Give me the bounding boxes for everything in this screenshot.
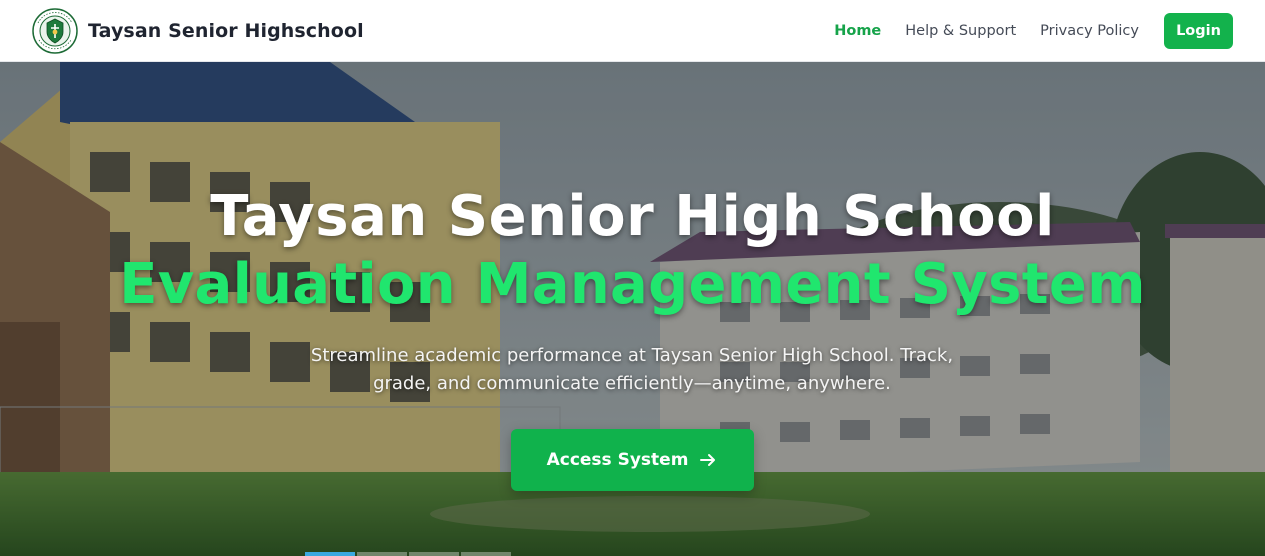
top-navbar: Taysan Senior Highschool Home Help & Sup… xyxy=(0,0,1265,62)
carousel-indicators xyxy=(305,552,511,556)
hero-title: Taysan Senior High School xyxy=(210,184,1055,249)
hero-subtitle: Streamline academic performance at Taysa… xyxy=(262,342,1002,398)
school-seal-logo xyxy=(32,7,78,54)
brand[interactable]: Taysan Senior Highschool xyxy=(32,7,364,54)
carousel-indicator-1[interactable] xyxy=(305,552,355,556)
carousel-indicator-2[interactable] xyxy=(357,552,407,556)
carousel-indicator-3[interactable] xyxy=(409,552,459,556)
access-system-label: Access System xyxy=(546,450,689,470)
hero-section: Taysan Senior High School Evaluation Man… xyxy=(0,62,1265,556)
hero-subtitle-line1: Streamline academic performance at Taysa… xyxy=(310,345,954,366)
access-system-button[interactable]: Access System xyxy=(511,429,754,491)
hero-content: Taysan Senior High School Evaluation Man… xyxy=(0,62,1265,556)
login-button[interactable]: Login xyxy=(1164,12,1233,49)
nav-link-home[interactable]: Home xyxy=(834,23,881,39)
nav-link-help-support[interactable]: Help & Support xyxy=(905,23,1016,39)
arrow-right-icon xyxy=(700,454,716,466)
hero-subtitle-line2: grade, and communicate efficiently—anyti… xyxy=(373,373,891,394)
carousel-indicator-4[interactable] xyxy=(461,552,511,556)
nav-links: Home Help & Support Privacy Policy Login xyxy=(810,12,1233,49)
nav-link-privacy-policy[interactable]: Privacy Policy xyxy=(1040,23,1139,39)
hero-highlight-title: Evaluation Management System xyxy=(119,252,1146,317)
brand-name[interactable]: Taysan Senior Highschool xyxy=(88,20,364,42)
